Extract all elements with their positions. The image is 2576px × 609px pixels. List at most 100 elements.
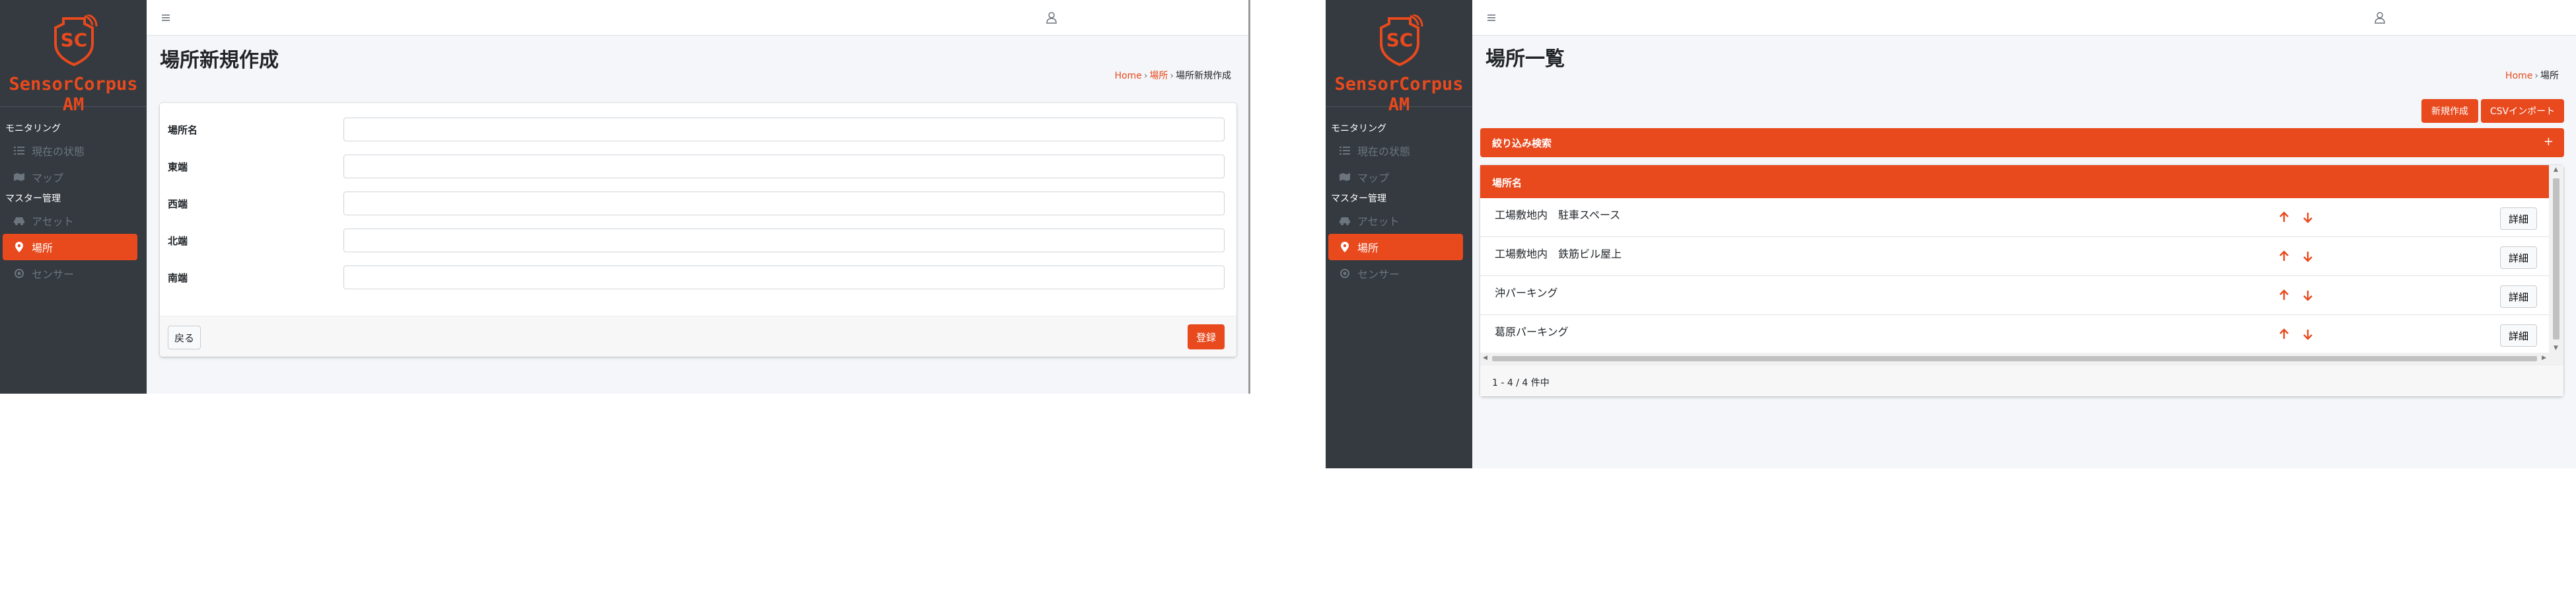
move-down-arrow-icon[interactable] <box>2302 328 2314 340</box>
hamburger-icon[interactable] <box>1485 11 1499 24</box>
scrollbar-thumb[interactable] <box>2553 178 2559 340</box>
sidebar-item-label: アセット <box>32 215 74 228</box>
hamburger-icon[interactable] <box>160 11 173 24</box>
brand-logo[interactable]: SC SensorCorpus AM <box>0 0 147 115</box>
location-name: 葛原パーキング <box>1495 326 1569 338</box>
sidebar-item-map[interactable]: マップ <box>1328 164 1463 190</box>
top-navbar <box>147 0 1248 36</box>
breadcrumb-current: 場所新規作成 <box>1176 71 1231 81</box>
scroll-up-arrow-icon[interactable]: ▲ <box>2554 166 2558 173</box>
main-content: 場所一覧 Home › 場所 新規作成 CSVインポート 絞り込み検索 + 場所名 … <box>1472 36 2576 468</box>
location-list-screen: SC SensorCorpus AM モニタリング 現在の状態 マップ マスター… <box>1326 0 2576 468</box>
south-bound-input[interactable] <box>343 266 1225 289</box>
detail-button[interactable]: 詳細 <box>2500 246 2537 269</box>
west-bound-input[interactable] <box>343 192 1225 215</box>
back-button[interactable]: 戻る <box>168 326 201 349</box>
north-bound-input[interactable] <box>343 229 1225 252</box>
brand-name: SensorCorpus AM <box>1334 74 1464 115</box>
sidebar: SC SensorCorpus AM モニタリング 現在の状態 マップ マスター… <box>1326 0 1472 468</box>
scroll-right-arrow-icon[interactable]: ▶ <box>2542 355 2546 361</box>
move-up-arrow-icon[interactable] <box>2278 250 2290 262</box>
location-form-card: 場所名 東端 西端 北端 南端 戻る 登録 <box>160 103 1236 357</box>
user-icon[interactable] <box>1045 11 1058 25</box>
location-pin-icon <box>13 241 25 253</box>
table-footer: 1 - 4 / 4 件中 <box>1480 365 2563 396</box>
brand-badge-icon: SC <box>1380 15 1423 67</box>
table-row: 沖パーキング 詳細 <box>1480 276 2549 315</box>
map-icon <box>1339 171 1351 183</box>
scrollbar-thumb[interactable] <box>1492 356 2537 361</box>
user-icon[interactable] <box>2373 11 2386 25</box>
location-name: 工場敷地内 鉄筋ビル屋上 <box>1495 248 1622 260</box>
expand-plus-icon[interactable]: + <box>2544 135 2554 149</box>
brand-logo[interactable]: SC SensorCorpus AM <box>1326 0 1472 115</box>
breadcrumb-home[interactable]: Home <box>1114 71 1141 81</box>
nav-header-master: マスター管理 <box>5 194 61 204</box>
field-label: 西端 <box>168 198 188 210</box>
breadcrumb-home[interactable]: Home <box>2505 71 2532 81</box>
create-location-screen: SC SensorCorpus AM モニタリング 現在の状態 マップ マスター… <box>0 0 1250 394</box>
brand-badge-icon: SC <box>54 15 98 67</box>
sidebar-item-label: マップ <box>1357 172 1390 184</box>
field-label: 南端 <box>168 272 188 284</box>
breadcrumb-locations[interactable]: 場所 <box>1149 71 1168 81</box>
field-label: 北端 <box>168 235 188 247</box>
field-label: 場所名 <box>168 124 198 136</box>
list-icon <box>13 145 25 157</box>
sidebar-item-assets[interactable]: アセット <box>3 207 137 234</box>
sidebar-item-sensors[interactable]: センサー <box>3 260 137 287</box>
sidebar-item-assets[interactable]: アセット <box>1328 207 1463 234</box>
detail-button[interactable]: 詳細 <box>2500 207 2537 230</box>
form-row-name: 場所名 <box>160 116 1236 143</box>
sidebar-item-label: センサー <box>1357 268 1400 281</box>
register-button[interactable]: 登録 <box>1188 324 1225 349</box>
move-down-arrow-icon[interactable] <box>2302 250 2314 262</box>
top-navbar <box>1472 0 2576 36</box>
detail-button[interactable]: 詳細 <box>2500 285 2537 308</box>
sidebar-item-label: 場所 <box>1357 242 1379 254</box>
pagination-info: 1 - 4 / 4 件中 <box>1492 378 1550 388</box>
sidebar-item-label: マップ <box>32 172 64 184</box>
form-row-east: 東端 <box>160 153 1236 180</box>
sidebar-item-locations[interactable]: 場所 <box>1328 234 1463 260</box>
column-header-name: 場所名 <box>1492 177 1522 189</box>
nav-header-monitoring: モニタリング <box>5 124 61 134</box>
filter-search-bar[interactable]: 絞り込み検索 + <box>1480 128 2564 157</box>
move-up-arrow-icon[interactable] <box>2278 328 2290 340</box>
sidebar-item-status[interactable]: 現在の状態 <box>3 137 137 164</box>
brand-initials: SC <box>61 29 88 51</box>
table-row: 工場敷地内 鉄筋ビル屋上 詳細 <box>1480 237 2549 276</box>
sidebar-item-label: センサー <box>32 268 75 281</box>
vertical-scrollbar[interactable]: ▲ ▼ <box>2549 165 2563 353</box>
form-row-west: 西端 <box>160 190 1236 217</box>
location-name: 沖パーキング <box>1495 287 1558 299</box>
detail-button[interactable]: 詳細 <box>2500 324 2537 347</box>
sidebar: SC SensorCorpus AM モニタリング 現在の状態 マップ マスター… <box>0 0 147 394</box>
form-row-north: 北端 <box>160 227 1236 254</box>
filter-title: 絞り込み検索 <box>1492 137 1552 149</box>
sidebar-item-map[interactable]: マップ <box>3 164 137 190</box>
scroll-left-arrow-icon[interactable]: ◀ <box>1483 355 1487 361</box>
sidebar-item-sensors[interactable]: センサー <box>1328 260 1463 287</box>
move-up-arrow-icon[interactable] <box>2278 289 2290 301</box>
move-up-arrow-icon[interactable] <box>2278 211 2290 223</box>
new-location-button[interactable]: 新規作成 <box>2421 99 2478 123</box>
page-title: 場所新規作成 <box>160 49 279 72</box>
form-row-south: 南端 <box>160 264 1236 291</box>
brand-name: SensorCorpus AM <box>9 74 138 115</box>
scroll-down-arrow-icon[interactable]: ▼ <box>2554 345 2558 351</box>
sidebar-item-label: 現在の状態 <box>1357 145 1411 158</box>
sidebar-item-status[interactable]: 現在の状態 <box>1328 137 1463 164</box>
csv-import-button[interactable]: CSVインポート <box>2481 99 2564 123</box>
sidebar-item-locations[interactable]: 場所 <box>3 234 137 260</box>
horizontal-scrollbar[interactable]: ◀ ▶ <box>1480 353 2563 365</box>
list-icon <box>1339 145 1351 157</box>
sensor-icon <box>1339 268 1351 279</box>
sensor-icon <box>13 268 25 279</box>
move-down-arrow-icon[interactable] <box>2302 211 2314 223</box>
breadcrumb-current: 場所 <box>2540 71 2559 81</box>
east-bound-input[interactable] <box>343 155 1225 178</box>
sidebar-item-label: 現在の状態 <box>32 145 85 158</box>
location-name-input[interactable] <box>343 118 1225 141</box>
move-down-arrow-icon[interactable] <box>2302 289 2314 301</box>
